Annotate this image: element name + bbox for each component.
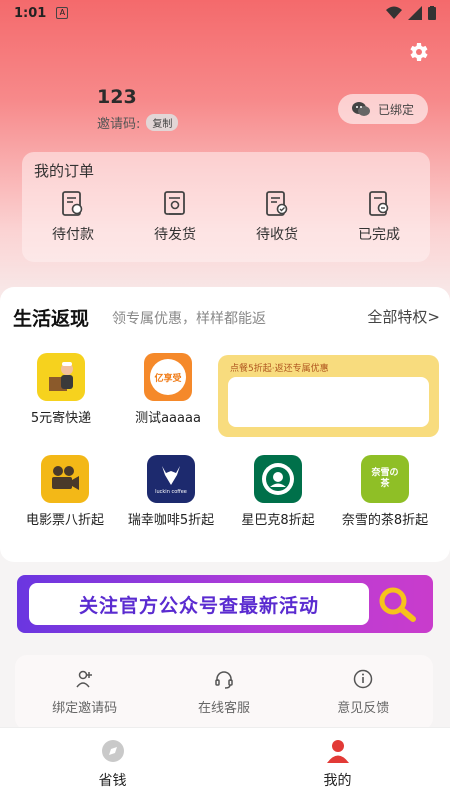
bottom-tab-bar: 省钱 我的 xyxy=(0,727,450,800)
magnifier-icon xyxy=(379,587,416,622)
bind-invite-code-tool[interactable]: 绑定邀请码 xyxy=(30,669,140,716)
info-icon xyxy=(354,669,373,689)
order-pending-receipt[interactable]: 待收货 xyxy=(237,190,317,244)
life-cashback-title: 生活返现 xyxy=(13,308,90,330)
service-courier[interactable]: 5元寄快递 xyxy=(6,353,116,426)
order-pending-payment-label: 待付款 xyxy=(52,227,94,243)
my-orders-card: 我的订单 待付款 待发货 待收货 已完成 xyxy=(22,152,430,262)
life-cashback-card: 生活返现 领专属优惠，样样都能返 全部特权> 5元寄快递 亿享受 测试aaaaa… xyxy=(0,287,450,562)
tools-card: 绑定邀请码 在线客服 意见反馈 xyxy=(15,655,433,730)
my-orders-title: 我的订单 xyxy=(34,162,95,180)
invite-code-row: 邀请码: 复制 xyxy=(97,113,179,132)
wechat-icon xyxy=(351,102,370,116)
tab-save-money-label: 省钱 xyxy=(98,773,127,789)
pending-shipment-icon xyxy=(164,191,185,215)
service-starbucks[interactable]: 星巴克8折起 xyxy=(223,455,333,528)
promo-content-area xyxy=(228,377,429,427)
pending-receipt-icon xyxy=(266,191,288,216)
service-starbucks-label: 星巴克8折起 xyxy=(241,513,315,528)
battery-icon xyxy=(428,6,436,20)
promo-text: 点餐5折起·返还专属优惠 xyxy=(230,364,329,374)
courier-icon xyxy=(37,353,85,401)
official-account-banner[interactable]: 关注官方公众号查最新活动 xyxy=(17,575,433,633)
service-luckin-label: 瑞幸咖啡5折起 xyxy=(127,513,215,528)
online-service-tool[interactable]: 在线客服 xyxy=(169,669,279,716)
test-app-icon: 亿享受 xyxy=(144,353,192,401)
life-cashback-subtitle: 领专属优惠，样样都能返 xyxy=(112,311,266,327)
bind-invite-code-label: 绑定邀请码 xyxy=(52,701,118,716)
add-user-icon xyxy=(76,670,92,688)
headset-icon xyxy=(215,671,233,689)
order-pending-payment[interactable]: 待付款 xyxy=(33,190,113,244)
service-movie[interactable]: 电影票八折起 xyxy=(10,455,120,528)
luckin-logo-text: luckin coffee xyxy=(155,489,187,495)
luckin-coffee-icon: luckin coffee xyxy=(147,455,195,503)
test-app-icon-text: 亿享受 xyxy=(150,359,186,395)
movie-camera-icon xyxy=(41,455,89,503)
all-privileges-link[interactable]: 全部特权> xyxy=(367,306,440,327)
feedback-label: 意见反馈 xyxy=(337,701,390,716)
user-name: 123 xyxy=(97,86,137,108)
starbucks-icon xyxy=(254,455,302,503)
completed-icon xyxy=(369,191,389,216)
service-nayuki[interactable]: 奈雪の茶 奈雪的茶8折起 xyxy=(330,455,440,528)
notification-icon: A xyxy=(56,7,69,19)
status-icons xyxy=(386,6,436,20)
tab-mine-label: 我的 xyxy=(323,773,352,789)
service-movie-label: 电影票八折起 xyxy=(25,513,104,528)
service-test[interactable]: 亿享受 测试aaaaa xyxy=(113,353,223,426)
service-test-label: 测试aaaaa xyxy=(135,411,201,426)
signal-icon xyxy=(408,6,422,20)
order-status-list: 待付款 待发货 待收货 已完成 xyxy=(22,190,430,244)
pending-payment-icon xyxy=(62,191,83,216)
wechat-bound-button[interactable]: 已绑定 xyxy=(338,94,428,124)
order-pending-receipt-label: 待收货 xyxy=(256,227,298,243)
order-completed-label: 已完成 xyxy=(358,227,400,243)
promo-coupon-box[interactable]: 点餐5折起·返还专属优惠 xyxy=(218,355,439,437)
order-pending-shipment[interactable]: 待发货 xyxy=(135,190,215,244)
order-pending-shipment-label: 待发货 xyxy=(154,227,196,243)
copy-invite-button[interactable]: 复制 xyxy=(146,114,179,131)
wifi-icon xyxy=(386,6,402,19)
compass-icon xyxy=(101,740,124,762)
nayuki-tea-icon: 奈雪の茶 xyxy=(361,455,409,503)
wechat-bound-label: 已绑定 xyxy=(377,102,414,117)
user-icon xyxy=(326,740,349,763)
service-courier-label: 5元寄快递 xyxy=(30,411,92,426)
order-completed[interactable]: 已完成 xyxy=(339,190,419,244)
service-luckin[interactable]: luckin coffee 瑞幸咖啡5折起 xyxy=(116,455,226,528)
service-nayuki-label: 奈雪的茶8折起 xyxy=(341,513,429,528)
nayuki-logo-text: 奈雪の茶 xyxy=(371,468,399,489)
tab-mine[interactable]: 我的 xyxy=(278,738,398,790)
online-service-label: 在线客服 xyxy=(197,701,250,716)
banner-text: 关注官方公众号查最新活动 xyxy=(29,583,369,625)
status-bar: 1:01 A xyxy=(0,0,450,26)
invite-code-label: 邀请码: xyxy=(97,117,141,132)
tab-save-money[interactable]: 省钱 xyxy=(53,738,173,790)
settings-gear-icon[interactable] xyxy=(406,40,430,64)
status-time: 1:01 xyxy=(14,5,47,21)
feedback-tool[interactable]: 意见反馈 xyxy=(308,669,418,716)
